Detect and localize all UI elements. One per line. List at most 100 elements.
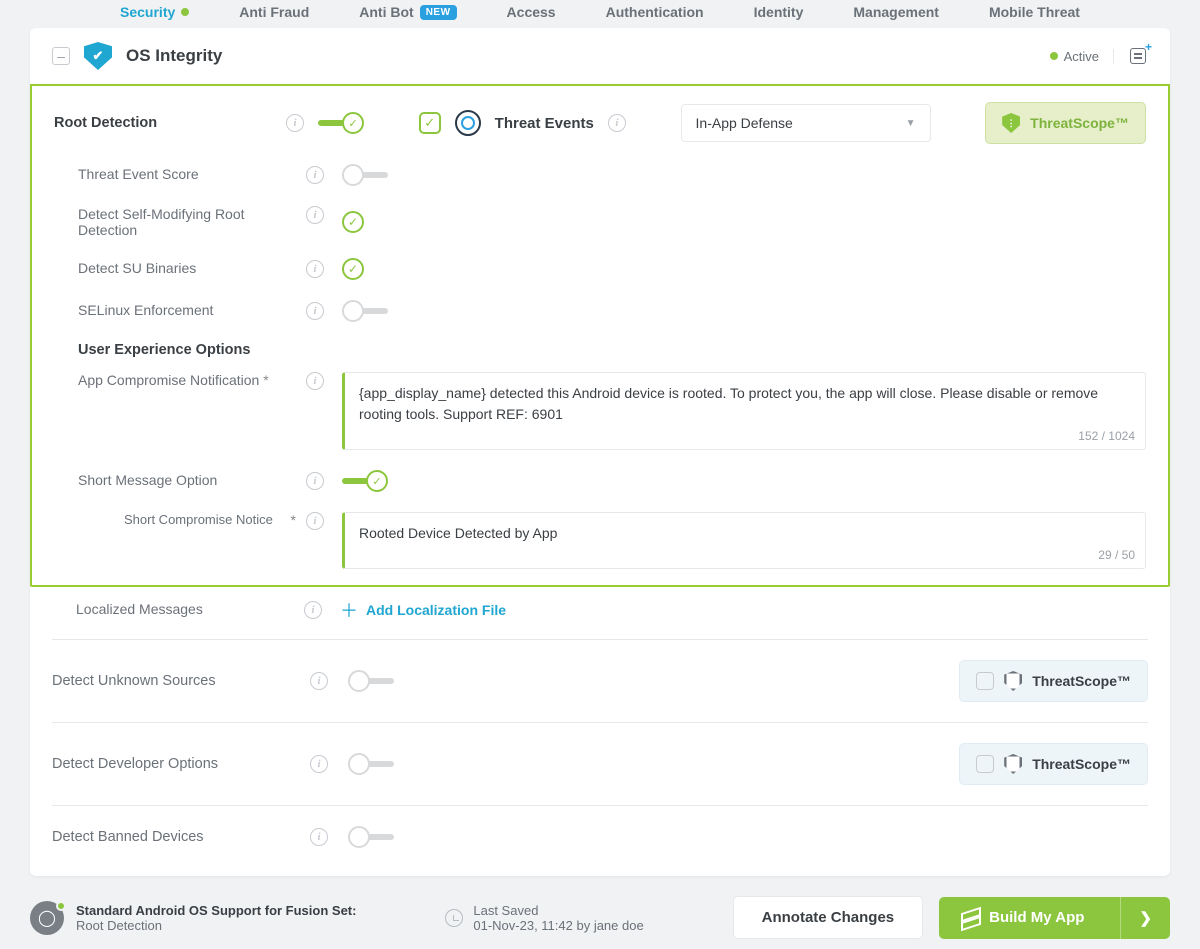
select-value: In-App Defense: [696, 115, 793, 131]
chevron-right-icon[interactable]: ❯: [1120, 897, 1170, 939]
row-label: Detect SU Binaries: [78, 260, 296, 276]
link-label: Add Localization File: [366, 602, 506, 618]
unknown-sources-toggle[interactable]: [348, 670, 394, 692]
tab-anti-fraud[interactable]: Anti Fraud: [239, 4, 309, 20]
last-saved-value: 01-Nov-23, 11:42 by jane doe: [473, 918, 643, 933]
row-su-binaries: Detect SU Binaries i: [32, 248, 1168, 290]
row-app-compromise-notification: App Compromise Notification* i {app_disp…: [32, 362, 1168, 460]
history-icon: [445, 909, 463, 927]
build-my-app-button[interactable]: Build My App ❯: [939, 897, 1170, 939]
info-icon[interactable]: i: [286, 114, 304, 132]
row-label: Detect Banned Devices: [52, 829, 290, 845]
char-count: 152 / 1024: [1078, 429, 1135, 443]
threatscope-button-active[interactable]: ⋮ ThreatScope™: [985, 102, 1146, 144]
threatscope-button-inactive[interactable]: ThreatScope™: [959, 660, 1148, 702]
info-icon[interactable]: i: [306, 260, 324, 278]
checkbox-icon: [976, 755, 994, 773]
info-icon[interactable]: i: [306, 372, 324, 390]
divider: [52, 722, 1148, 723]
row-label: Detect Unknown Sources: [52, 673, 290, 689]
tab-authentication[interactable]: Authentication: [606, 4, 704, 20]
threat-events-checkbox[interactable]: [419, 112, 441, 134]
row-label: App Compromise Notification*: [78, 372, 296, 388]
char-count: 29 / 50: [1098, 548, 1135, 562]
short-message-toggle[interactable]: [342, 470, 388, 492]
row-banned-devices: Detect Banned Devices i: [30, 812, 1170, 862]
threat-events-icon: [455, 110, 481, 136]
threatscope-label: ThreatScope™: [1030, 115, 1129, 131]
build-icon: [961, 910, 977, 926]
info-icon[interactable]: i: [306, 512, 324, 530]
tab-access[interactable]: Access: [507, 4, 556, 20]
card-body: Root Detection i Threat Events i In-App …: [30, 84, 1170, 876]
status-dot-icon: [1050, 52, 1058, 60]
info-icon[interactable]: i: [310, 755, 328, 773]
selinux-toggle[interactable]: [342, 300, 388, 322]
card-header: – OS Integrity Active +: [30, 28, 1170, 85]
annotate-changes-button[interactable]: Annotate Changes: [733, 896, 924, 939]
row-label: Localized Messages: [76, 601, 294, 617]
fusion-title: Standard Android OS Support for Fusion S…: [76, 903, 356, 918]
su-binaries-checkbox[interactable]: [342, 258, 364, 280]
fusion-set-info: ◯ Standard Android OS Support for Fusion…: [30, 901, 356, 935]
fusion-subtitle: Root Detection: [76, 918, 356, 933]
info-icon[interactable]: i: [310, 828, 328, 846]
status-label: Active: [1064, 49, 1099, 64]
shield-outline-icon: [1004, 671, 1022, 691]
threatscope-label: ThreatScope™: [1032, 673, 1131, 689]
short-notice-textarea[interactable]: Rooted Device Detected by App 29 / 50: [342, 512, 1146, 569]
button-label: Build My App: [989, 909, 1084, 926]
divider: [52, 805, 1148, 806]
info-icon[interactable]: i: [306, 166, 324, 184]
row-label: Short Compromise Notice: [124, 512, 277, 527]
info-icon[interactable]: i: [306, 302, 324, 320]
add-localization-link[interactable]: ＋ Add Localization File: [340, 597, 506, 623]
row-short-compromise-notice: Short Compromise Notice * i Rooted Devic…: [32, 502, 1168, 579]
last-saved: Last Saved 01-Nov-23, 11:42 by jane doe: [445, 903, 643, 933]
tab-identity[interactable]: Identity: [754, 4, 804, 20]
footer-bar: ◯ Standard Android OS Support for Fusion…: [0, 888, 1200, 949]
info-icon[interactable]: i: [310, 672, 328, 690]
info-icon[interactable]: i: [608, 114, 626, 132]
tab-security[interactable]: Security: [120, 4, 189, 20]
checkbox-icon: [976, 672, 994, 690]
task-list-icon: [1130, 48, 1146, 64]
tab-label: Security: [120, 4, 175, 20]
row-label: SELinux Enforcement: [78, 302, 296, 318]
collapse-toggle-icon[interactable]: –: [52, 47, 70, 65]
required-mark: *: [263, 372, 268, 388]
shield-icon: ⋮: [1002, 113, 1020, 133]
banned-devices-toggle[interactable]: [348, 826, 394, 848]
tab-management[interactable]: Management: [853, 4, 939, 20]
button-label: Annotate Changes: [762, 909, 895, 926]
row-unknown-sources: Detect Unknown Sources i ThreatScope™: [30, 646, 1170, 716]
notification-textarea[interactable]: {app_display_name} detected this Android…: [342, 372, 1146, 450]
os-integrity-shield-icon: [84, 42, 112, 70]
tab-anti-bot[interactable]: Anti Bot NEW: [359, 4, 456, 20]
tab-mobile-threat[interactable]: Mobile Threat: [989, 4, 1080, 20]
root-detection-header: Root Detection i Threat Events i In-App …: [32, 86, 1168, 154]
info-icon[interactable]: i: [304, 601, 322, 619]
status-active: Active: [1050, 49, 1114, 64]
threat-score-toggle[interactable]: [342, 164, 388, 186]
shield-outline-icon: [1004, 754, 1022, 774]
info-icon[interactable]: i: [306, 472, 324, 490]
last-saved-label: Last Saved: [473, 903, 643, 918]
tab-label: Access: [507, 4, 556, 20]
threat-events-label: Threat Events: [495, 115, 594, 132]
row-label: Detect Self-Modifying Root Detection: [78, 206, 296, 238]
textarea-value: Rooted Device Detected by App: [359, 523, 1131, 544]
task-list-button[interactable]: +: [1128, 46, 1148, 66]
developer-options-toggle[interactable]: [348, 753, 394, 775]
threat-events-group: Threat Events i: [419, 110, 626, 136]
self-modifying-checkbox[interactable]: [342, 211, 364, 233]
row-label: Detect Developer Options: [52, 756, 290, 772]
info-icon[interactable]: i: [306, 206, 324, 224]
row-developer-options: Detect Developer Options i ThreatScope™: [30, 729, 1170, 799]
tab-label: Mobile Threat: [989, 4, 1080, 20]
plus-icon: ＋: [340, 597, 358, 623]
root-detection-toggle[interactable]: [318, 112, 364, 134]
threatscope-button-inactive[interactable]: ThreatScope™: [959, 743, 1148, 785]
tab-label: Authentication: [606, 4, 704, 20]
defense-mode-select[interactable]: In-App Defense ▼: [681, 104, 931, 142]
